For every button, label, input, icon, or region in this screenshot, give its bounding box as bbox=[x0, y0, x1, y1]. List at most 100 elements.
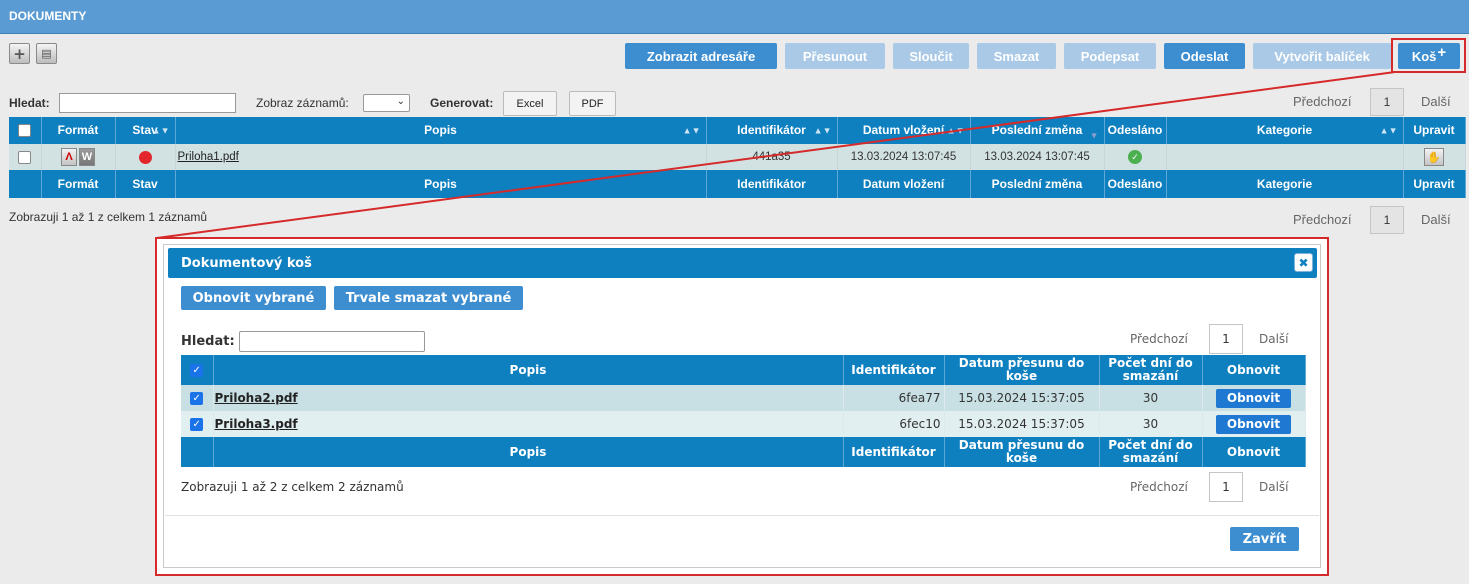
page-header: DOKUMENTY bbox=[0, 0, 1469, 34]
modal-col-popis[interactable]: Popis bbox=[213, 355, 844, 385]
pdf-format-icon[interactable]: Λ bbox=[61, 148, 77, 166]
modal-col-dni[interactable]: Počet dní do smazání bbox=[1099, 355, 1203, 385]
move-button[interactable]: Přesunout bbox=[785, 43, 885, 69]
edit-hand-icon[interactable]: ✋ bbox=[1424, 148, 1444, 166]
col-odeslano[interactable]: Odesláno bbox=[1104, 117, 1167, 144]
close-icon[interactable]: ✖ bbox=[1294, 253, 1313, 272]
modal-col-identifikator[interactable]: Identifikátor bbox=[843, 355, 945, 385]
pager-page-bottom[interactable]: 1 bbox=[1370, 206, 1404, 234]
sign-button[interactable]: Podepsat bbox=[1064, 43, 1156, 69]
page-size-label: Zobraz záznamů: bbox=[256, 96, 349, 110]
table-row[interactable]: ✓ Priloha3.pdf 6fec10 15.03.2024 15:37:0… bbox=[181, 411, 1306, 437]
col-popis-label: Popis bbox=[424, 123, 457, 137]
pager-prev[interactable]: Předchozí bbox=[1293, 94, 1352, 109]
sort-icon: ▲▼ bbox=[1379, 125, 1398, 135]
table-row[interactable]: ΛW Priloha1.pdf 441a35 13.03.2024 13:07:… bbox=[9, 144, 1466, 170]
document-export-icon[interactable]: ▤ bbox=[36, 43, 57, 64]
generate-label: Generovat: bbox=[430, 96, 494, 110]
col-stav[interactable]: Stav ▲▼ bbox=[115, 117, 176, 144]
col-format[interactable]: Formát bbox=[41, 117, 116, 144]
trash-modal: Dokumentový koš ✖ Obnovit vybrané Trvale… bbox=[163, 244, 1321, 568]
modal-select-all-cell[interactable]: ✓ bbox=[181, 355, 214, 385]
select-all-cell[interactable] bbox=[9, 117, 42, 144]
merge-button[interactable]: Sloučit bbox=[893, 43, 969, 69]
footer-popis: Popis bbox=[175, 170, 707, 198]
delete-permanently-button[interactable]: Trvale smazat vybrané bbox=[334, 286, 523, 310]
document-link[interactable]: Priloha2.pdf bbox=[215, 391, 298, 405]
footer-zmena: Poslední změna bbox=[970, 170, 1105, 198]
page-title: DOKUMENTY bbox=[9, 9, 87, 23]
row-checkbox[interactable] bbox=[18, 150, 32, 164]
modal-titlebar: Dokumentový koš ✖ bbox=[168, 248, 1317, 278]
restore-button[interactable]: Obnovit bbox=[1216, 414, 1291, 434]
category-cell bbox=[1166, 144, 1404, 170]
col-kategorie[interactable]: Kategorie ▲▼ bbox=[1166, 117, 1404, 144]
row-checkbox[interactable]: ✓ bbox=[190, 418, 204, 431]
col-popis[interactable]: Popis ▲▼ bbox=[175, 117, 707, 144]
col-identifikator[interactable]: Identifikátor ▲▼ bbox=[706, 117, 838, 144]
modal-pager-next-bottom[interactable]: Další bbox=[1259, 480, 1289, 494]
pager-next-bottom[interactable]: Další bbox=[1421, 212, 1451, 227]
footer-stav: Stav bbox=[115, 170, 176, 198]
date-changed-cell: 13.03.2024 13:07:45 bbox=[970, 144, 1105, 170]
modal-footer-popis: Popis bbox=[213, 437, 844, 467]
excel-button[interactable]: Excel bbox=[503, 91, 557, 116]
modal-col-datum[interactable]: Datum přesunu do koše bbox=[944, 355, 1100, 385]
modal-footer-identifikator: Identifikátor bbox=[843, 437, 945, 467]
pager-prev-bottom[interactable]: Předchozí bbox=[1293, 212, 1352, 227]
show-folders-button[interactable]: Zobrazit adresáře bbox=[625, 43, 777, 69]
col-kategorie-label: Kategorie bbox=[1256, 123, 1313, 137]
status-dot-icon bbox=[138, 150, 152, 164]
modal-pager-page-bottom[interactable]: 1 bbox=[1209, 472, 1243, 502]
modal-search-input[interactable] bbox=[239, 331, 425, 352]
trash-table: ✓ Popis Identifikátor Datum přesunu do k… bbox=[181, 355, 1306, 467]
table-row[interactable]: ✓ Priloha2.pdf 6fea77 15.03.2024 15:37:0… bbox=[181, 385, 1306, 411]
modal-pager-prev-bottom[interactable]: Předchozí bbox=[1130, 480, 1188, 494]
highlight-box bbox=[1391, 38, 1466, 73]
col-posledni-zmena[interactable]: Poslední změna ▼ bbox=[970, 117, 1105, 144]
footer-format: Formát bbox=[41, 170, 116, 198]
footer-upravit: Upravit bbox=[1403, 170, 1466, 198]
col-datum-vlozeni[interactable]: Datum vložení ▲▼ bbox=[837, 117, 971, 144]
identifier-cell: 441a35 bbox=[706, 144, 838, 170]
restore-button[interactable]: Obnovit bbox=[1216, 388, 1291, 408]
modal-col-obnovit: Obnovit bbox=[1202, 355, 1306, 385]
sort-desc-icon: ▼ bbox=[1089, 130, 1099, 141]
close-button[interactable]: Zavřít bbox=[1230, 527, 1299, 551]
identifier-cell: 6fea77 bbox=[843, 385, 945, 411]
search-input[interactable] bbox=[59, 93, 236, 113]
documents-table: Formát Stav ▲▼ Popis ▲▼ Identifikátor ▲▼ Da… bbox=[9, 117, 1466, 198]
modal-pager-prev[interactable]: Předchozí bbox=[1130, 332, 1188, 346]
modal-pager-next[interactable]: Další bbox=[1259, 332, 1289, 346]
row-checkbox[interactable]: ✓ bbox=[190, 392, 204, 405]
col-upravit: Upravit bbox=[1403, 117, 1466, 144]
select-all-checkbox[interactable] bbox=[18, 124, 32, 137]
plus-icon[interactable]: + bbox=[9, 43, 30, 64]
sort-icon: ▲▼ bbox=[946, 125, 965, 135]
pdf-button[interactable]: PDF bbox=[569, 91, 616, 116]
word-format-icon[interactable]: W bbox=[79, 148, 95, 166]
page-size-select[interactable]: ⌄ bbox=[363, 94, 410, 112]
modal-footer-obnovit: Obnovit bbox=[1202, 437, 1306, 467]
col-datum-label: Datum vložení bbox=[862, 123, 945, 137]
date-moved-cell: 15.03.2024 15:37:05 bbox=[944, 385, 1100, 411]
restore-selected-button[interactable]: Obnovit vybrané bbox=[181, 286, 326, 310]
delete-button[interactable]: Smazat bbox=[977, 43, 1056, 69]
select-all-checkbox[interactable]: ✓ bbox=[190, 363, 204, 377]
pager-page[interactable]: 1 bbox=[1370, 88, 1404, 116]
table-summary: Zobrazuji 1 až 1 z celkem 1 záznamů bbox=[9, 210, 208, 224]
search-label: Hledat: bbox=[9, 96, 50, 110]
footer-identifikator: Identifikátor bbox=[706, 170, 838, 198]
document-link[interactable]: Priloha3.pdf bbox=[215, 417, 298, 431]
modal-footer-dni: Počet dní do smazání bbox=[1099, 437, 1203, 467]
pager-next[interactable]: Další bbox=[1421, 94, 1451, 109]
sort-icon: ▲▼ bbox=[813, 125, 832, 135]
days-left-cell: 30 bbox=[1099, 385, 1203, 411]
footer-cell bbox=[9, 170, 42, 198]
chevron-down-icon: ⌄ bbox=[396, 96, 405, 107]
modal-pager-page[interactable]: 1 bbox=[1209, 324, 1243, 354]
create-package-button[interactable]: Vytvořit balíček bbox=[1253, 43, 1391, 69]
footer-odeslano: Odesláno bbox=[1104, 170, 1167, 198]
send-button[interactable]: Odeslat bbox=[1164, 43, 1245, 69]
document-link[interactable]: Priloha1.pdf bbox=[178, 151, 239, 163]
